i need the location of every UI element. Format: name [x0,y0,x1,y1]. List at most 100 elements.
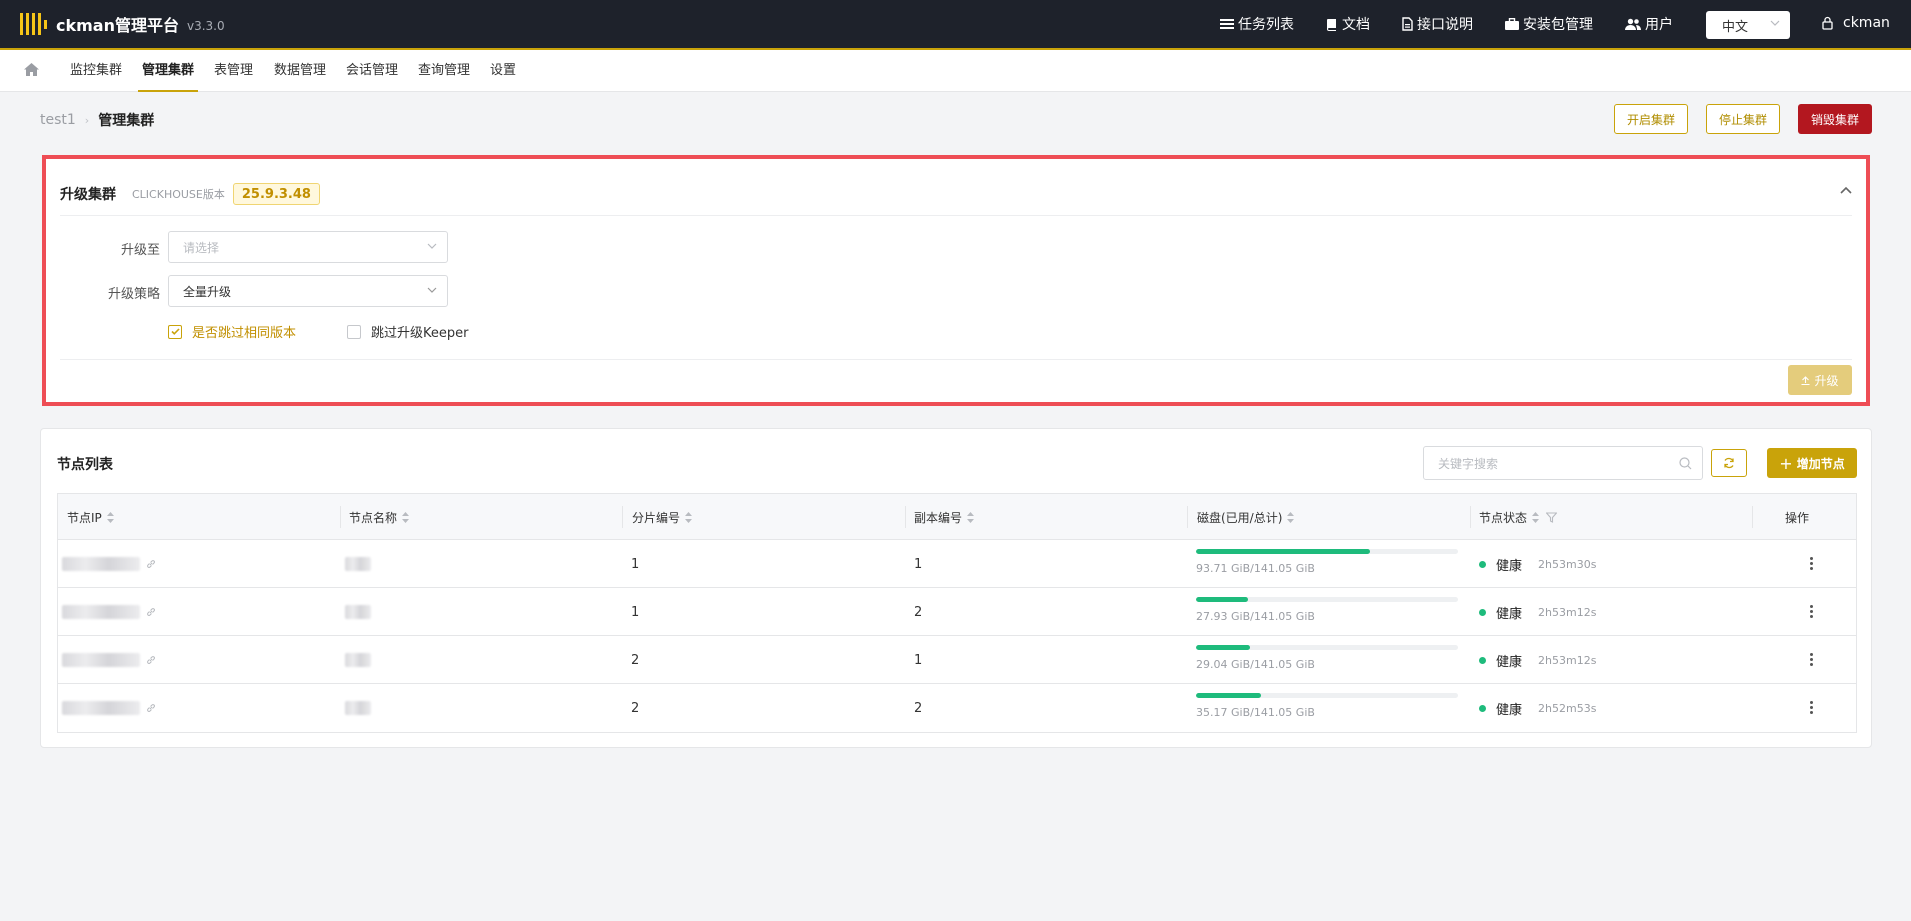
nav-task-list-label: 任务列表 [1238,17,1294,33]
upgrade-target-label: 升级至 [120,243,160,258]
file-icon [1402,17,1413,31]
column-separator [1187,506,1188,528]
tab-session-manage[interactable]: 会话管理 [346,50,398,92]
column-separator [905,506,906,528]
node-status-cell: 健康 2h53m12s [1479,588,1596,636]
uptime-text: 2h53m30s [1538,557,1597,571]
tab-query-manage[interactable]: 查询管理 [418,50,470,92]
chevron-up-icon[interactable] [1840,186,1852,194]
disk-usage-cell: 27.93 GiB/141.05 GiB [1196,597,1458,623]
link-icon[interactable] [146,655,156,665]
more-actions-icon[interactable] [1810,653,1814,668]
column-node-name[interactable]: 节点名称 [349,494,410,540]
redacted-node-name [345,701,371,715]
nav-docs[interactable]: 文档 [1326,14,1370,34]
column-separator [622,506,623,528]
more-actions-icon[interactable] [1810,605,1814,620]
column-replica[interactable]: 副本编号 [914,494,975,540]
start-cluster-button[interactable]: 开启集群 [1614,104,1688,134]
shard-cell: 1 [631,604,640,620]
disk-usage-bar [1196,693,1458,698]
nav-task-list[interactable]: 任务列表 [1220,14,1294,34]
upgrade-policy-label: 升级策略 [107,287,160,302]
language-select[interactable]: 中文 [1706,11,1790,39]
filter-icon[interactable] [1546,511,1558,523]
keyword-search-input[interactable]: 关键字搜索 [1423,446,1703,480]
more-actions-icon[interactable] [1810,701,1814,716]
upgrade-divider-top [60,215,1852,216]
sub-nav: 监控集群 管理集群 表管理 数据管理 会话管理 查询管理 设置 [0,50,1911,92]
disk-usage-bar [1196,645,1458,650]
chevron-down-icon [1770,20,1780,26]
nav-docs-label: 文档 [1342,17,1370,33]
node-table: 节点IP 节点名称 分片编号 副本编号 磁盘(已用/总计) 节点状态 操作 1 … [57,493,1857,733]
refresh-button[interactable] [1711,449,1747,477]
column-replica-label: 副本编号 [914,510,963,525]
tab-manage-cluster[interactable]: 管理集群 [137,50,199,92]
replica-cell: 2 [914,604,923,620]
nav-users[interactable]: 用户 [1625,14,1673,34]
user-menu[interactable]: ckman [1822,15,1890,31]
node-name-cell [345,684,371,732]
redacted-node-name [345,557,371,571]
user-name: ckman [1843,15,1890,31]
list-icon [1220,19,1234,29]
home-icon[interactable] [24,63,39,76]
table-row: 1 1 93.71 GiB/141.05 GiB 健康 2h53m30s [58,540,1856,588]
nav-api[interactable]: 接口说明 [1402,14,1473,34]
status-dot-icon [1479,560,1486,568]
link-icon[interactable] [146,607,156,617]
upgrade-policy-select[interactable]: 全量升级 [168,275,448,307]
disk-usage-text: 35.17 GiB/141.05 GiB [1196,706,1315,719]
plus-icon: + [1779,453,1793,473]
destroy-cluster-button[interactable]: 销毁集群 [1798,104,1872,134]
node-status-cell: 健康 2h53m30s [1479,540,1596,588]
redacted-node-name [345,605,371,619]
node-name-cell [345,588,371,636]
column-status-label: 节点状态 [1479,510,1528,525]
sort-icon [1287,511,1295,523]
checkbox-checked-icon [168,324,182,339]
more-actions-icon[interactable] [1810,557,1814,572]
column-separator [1752,506,1753,528]
disk-usage-bar [1196,597,1458,602]
tab-monitor-cluster[interactable]: 监控集群 [70,50,122,92]
brand-logo[interactable]: ckman管理平台 v3.3.0 [20,12,225,36]
breadcrumb-cluster[interactable]: test1 [40,112,76,128]
disk-usage-text: 93.71 GiB/141.05 GiB [1196,562,1315,575]
table-row: 2 2 35.17 GiB/141.05 GiB 健康 2h52m53s [58,684,1856,732]
status-text: 健康 [1496,558,1523,574]
status-text: 健康 [1496,606,1523,622]
skip-same-version-checkbox[interactable]: 是否跳过相同版本 [168,322,296,341]
skip-keeper-checkbox[interactable]: 跳过升级Keeper [347,322,468,341]
upgrade-target-select[interactable]: 请选择 [168,231,448,263]
tab-data-manage[interactable]: 数据管理 [274,50,326,92]
tab-settings[interactable]: 设置 [490,50,516,92]
upgrade-target-placeholder: 请选择 [183,240,220,255]
stop-cluster-button[interactable]: 停止集群 [1706,104,1780,134]
nav-packages-label: 安装包管理 [1523,17,1593,33]
link-icon[interactable] [146,703,156,713]
top-nav: 任务列表 文档 接口说明 安装包管理 用户 [1220,0,1705,48]
disk-usage-fill [1196,597,1248,602]
column-node-ip[interactable]: 节点IP [67,494,114,540]
status-dot-icon [1479,608,1486,616]
breadcrumb-separator: › [84,113,90,127]
disk-usage-cell: 93.71 GiB/141.05 GiB [1196,549,1458,575]
column-node-ip-label: 节点IP [67,510,102,525]
shard-cell: 1 [631,556,640,572]
column-disk[interactable]: 磁盘(已用/总计) [1197,494,1295,540]
upgrade-button[interactable]: 升级 [1788,365,1852,395]
column-separator [1470,506,1471,528]
add-node-label: 增加节点 [1796,456,1845,471]
link-icon[interactable] [146,559,156,569]
redacted-ip [62,701,140,715]
column-node-name-label: 节点名称 [349,510,398,525]
nav-packages[interactable]: 安装包管理 [1505,14,1593,34]
add-node-button[interactable]: + 增加节点 [1767,448,1857,478]
replica-cell: 1 [914,652,923,668]
column-shard[interactable]: 分片编号 [632,494,693,540]
redacted-ip [62,557,140,571]
tab-table-manage[interactable]: 表管理 [214,50,253,92]
column-status[interactable]: 节点状态 [1479,494,1558,540]
